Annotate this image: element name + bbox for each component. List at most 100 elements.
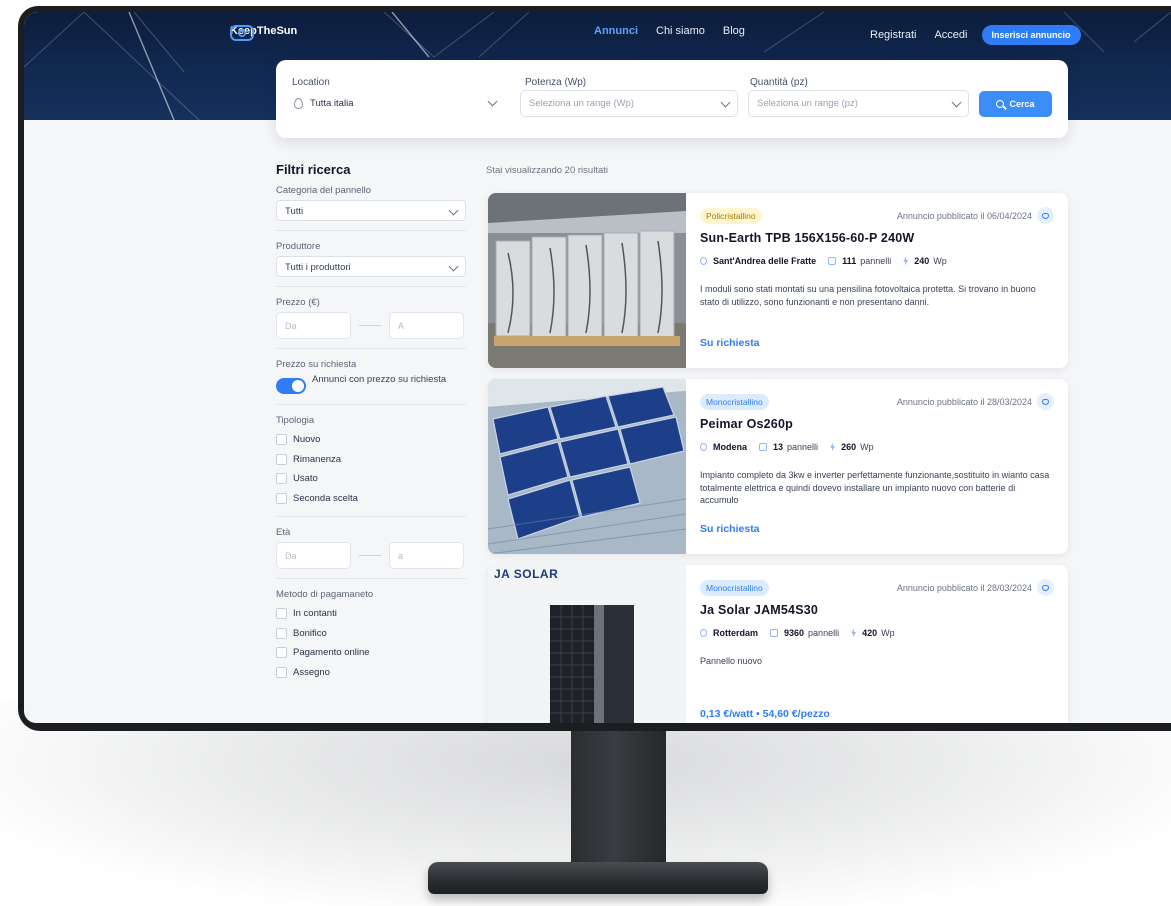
listing-location: Modena bbox=[713, 442, 748, 452]
checkbox[interactable] bbox=[276, 627, 287, 639]
listing-card[interactable]: Policristallino Annuncio pubblicato il 0… bbox=[488, 193, 1068, 368]
listing-price[interactable]: Su richiesta bbox=[700, 337, 760, 349]
checkbox[interactable] bbox=[276, 492, 287, 504]
listing-image[interactable]: JA SOLAR bbox=[488, 565, 686, 723]
on-request-row: Annunci con prezzo su richiesta bbox=[276, 374, 466, 394]
payment-option-assegno[interactable]: Assegno bbox=[276, 663, 466, 683]
price-range: Da A bbox=[276, 312, 466, 339]
register-link[interactable]: Registrati bbox=[870, 29, 916, 41]
image-brand-text: JA SOLAR bbox=[494, 567, 559, 581]
on-request-toggle-label: Annunci con prezzo su richiesta bbox=[312, 374, 447, 385]
screen: KeepTheSun Annunci Chi siamo Blog Regist… bbox=[24, 12, 1171, 723]
divider bbox=[276, 286, 466, 287]
chevron-down-icon bbox=[720, 97, 731, 108]
favorite-heart-icon[interactable] bbox=[1037, 207, 1054, 224]
listing-title[interactable]: Sun-Earth TPB 156X156-60-P 240W bbox=[700, 231, 914, 245]
quantity-select[interactable]: Seleziona un range (pz) bbox=[748, 90, 969, 117]
account-nav: Registrati Accedi Inserisci annuncio bbox=[870, 25, 1081, 45]
location-pin-icon bbox=[700, 629, 707, 637]
category-value: Tutti bbox=[285, 206, 304, 217]
listing-price[interactable]: 0,13 €/watt • 54,60 €/pezzo bbox=[700, 708, 830, 720]
bolt-icon bbox=[851, 628, 857, 638]
checkbox[interactable] bbox=[276, 473, 287, 485]
listing-meta: Modena 13 pannelli 260 Wp bbox=[700, 442, 874, 452]
main-nav: Annunci Chi siamo Blog bbox=[594, 25, 745, 37]
chevron-down-icon bbox=[487, 96, 498, 107]
range-dash bbox=[359, 555, 381, 556]
location-pin-icon bbox=[700, 443, 707, 451]
wp-unit: Wp bbox=[933, 256, 947, 266]
type-option-seconda-scelta[interactable]: Seconda scelta bbox=[276, 489, 466, 509]
nav-annunci[interactable]: Annunci bbox=[594, 25, 638, 37]
search-button[interactable]: Cerca bbox=[979, 91, 1052, 117]
on-request-toggle[interactable] bbox=[276, 378, 306, 394]
payment-option-bonifico[interactable]: Bonifico bbox=[276, 624, 466, 644]
power-select[interactable]: Seleziona un range (Wp) bbox=[520, 90, 738, 117]
monitor-stand-neck bbox=[571, 725, 666, 880]
listing-description: Pannello nuovo bbox=[700, 656, 763, 666]
producer-value: Tutti i produttori bbox=[285, 262, 351, 273]
panel-word: pannelli bbox=[787, 442, 819, 452]
checkbox[interactable] bbox=[276, 608, 287, 620]
listing-title[interactable]: Ja Solar JAM54S30 bbox=[700, 603, 818, 617]
listing-price[interactable]: Su richiesta bbox=[700, 523, 760, 535]
divider bbox=[276, 404, 466, 405]
wp-unit: Wp bbox=[881, 628, 895, 638]
category-select[interactable]: Tutti bbox=[276, 200, 466, 221]
divider bbox=[276, 516, 466, 517]
listing-meta: Rotterdam 9360 pannelli 420 Wp bbox=[700, 628, 895, 638]
producer-select[interactable]: Tutti i produttori bbox=[276, 256, 466, 277]
brand-logo[interactable]: KeepTheSun bbox=[230, 25, 297, 41]
wp-value: 420 bbox=[862, 628, 878, 638]
checkbox[interactable] bbox=[276, 647, 287, 659]
listing-title[interactable]: Peimar Os260p bbox=[700, 417, 793, 431]
age-from-input[interactable]: Da bbox=[276, 542, 351, 569]
location-value: Tutta italia bbox=[310, 98, 354, 109]
type-option-rimanenza[interactable]: Rimanenza bbox=[276, 450, 466, 470]
divider bbox=[276, 230, 466, 231]
monitor-stand-base bbox=[428, 862, 768, 894]
panel-word: pannelli bbox=[808, 628, 840, 638]
nav-blog[interactable]: Blog bbox=[723, 25, 745, 37]
listing-image[interactable] bbox=[488, 193, 686, 368]
type-option-usato[interactable]: Usato bbox=[276, 469, 466, 489]
category-badge: Monocristallino bbox=[700, 394, 769, 410]
listing-description: I moduli sono stati montati su una pensi… bbox=[700, 284, 1036, 307]
published-date: Annuncio pubblicato il 06/04/2024 bbox=[896, 211, 1032, 221]
panel-icon bbox=[770, 629, 779, 637]
wp-unit: Wp bbox=[860, 442, 874, 452]
filters-title: Filtri ricerca bbox=[276, 162, 351, 177]
insert-listing-button[interactable]: Inserisci annuncio bbox=[981, 25, 1081, 45]
favorite-heart-icon[interactable] bbox=[1037, 393, 1054, 410]
type-option-nuovo[interactable]: Nuovo bbox=[276, 430, 466, 450]
quantity-placeholder: Seleziona un range (pz) bbox=[757, 98, 858, 109]
power-placeholder: Seleziona un range (Wp) bbox=[529, 98, 635, 109]
location-select[interactable]: Tutta italia bbox=[292, 90, 504, 117]
type-label: Tipologia bbox=[276, 415, 315, 426]
listing-description: Impianto completo da 3kw e inverter perf… bbox=[700, 470, 1050, 505]
divider bbox=[276, 348, 466, 349]
age-to-input[interactable]: a bbox=[389, 542, 464, 569]
checkbox[interactable] bbox=[276, 434, 287, 446]
chevron-down-icon bbox=[448, 205, 459, 216]
nav-chi-siamo[interactable]: Chi siamo bbox=[656, 25, 705, 37]
checkbox[interactable] bbox=[276, 453, 287, 465]
price-from-input[interactable]: Da bbox=[276, 312, 351, 339]
chevron-down-icon bbox=[448, 261, 459, 272]
listing-card[interactable]: Monocristallino Annuncio pubblicato il 2… bbox=[488, 379, 1068, 554]
listing-location: Rotterdam bbox=[713, 628, 759, 638]
search-icon bbox=[996, 100, 1005, 108]
login-link[interactable]: Accedi bbox=[934, 29, 967, 41]
payment-option-online[interactable]: Pagamento online bbox=[276, 643, 466, 663]
payment-option-contanti[interactable]: In contanti bbox=[276, 604, 466, 624]
listing-image[interactable] bbox=[488, 379, 686, 554]
quantity-label: Quantità (pz) bbox=[750, 77, 808, 88]
favorite-heart-icon[interactable] bbox=[1037, 579, 1054, 596]
panel-count: 13 bbox=[773, 442, 784, 452]
panel-icon bbox=[759, 443, 768, 451]
price-to-input[interactable]: A bbox=[389, 312, 464, 339]
bolt-icon bbox=[903, 256, 909, 266]
bolt-icon bbox=[830, 442, 836, 452]
listing-card[interactable]: JA SOLAR Monocristallino Annuncio pubbli… bbox=[488, 565, 1068, 723]
checkbox[interactable] bbox=[276, 666, 287, 678]
